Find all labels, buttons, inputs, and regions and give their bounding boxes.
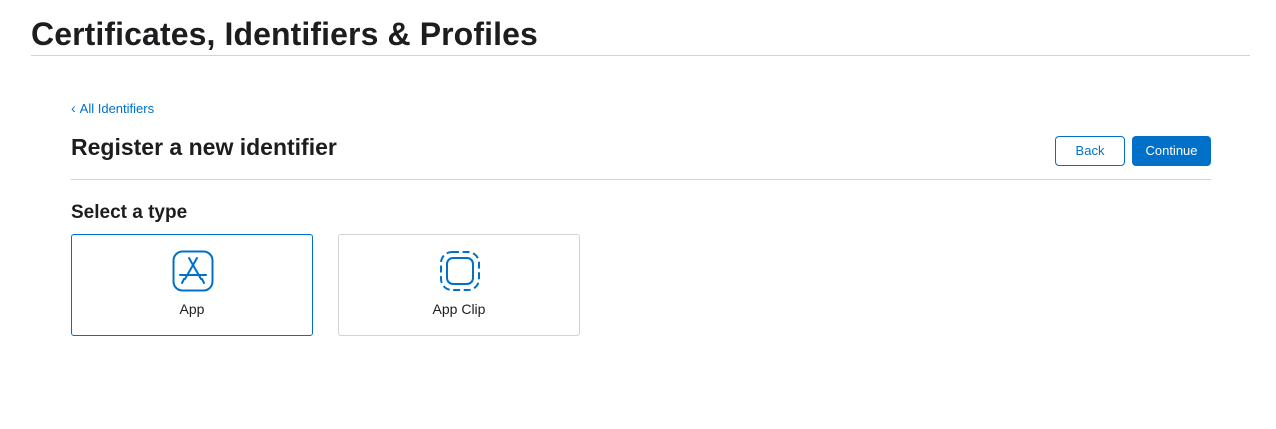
chevron-left-icon: ‹: [71, 100, 76, 116]
back-button[interactable]: Back: [1055, 136, 1125, 166]
type-option-app[interactable]: App: [71, 234, 313, 336]
app-store-icon: [172, 250, 214, 292]
page-title: Certificates, Identifiers & Profiles: [31, 16, 538, 52]
all-identifiers-link[interactable]: ‹ All Identifiers: [71, 100, 154, 117]
app-clip-icon: [440, 251, 480, 291]
page-header: Certificates, Identifiers & Profiles: [31, 14, 1250, 56]
type-option-label: App: [179, 301, 205, 317]
section-divider: [71, 179, 1211, 180]
type-option-app-clip[interactable]: App Clip: [338, 234, 580, 336]
all-identifiers-link-label: All Identifiers: [79, 101, 155, 116]
type-option-label: App Clip: [432, 301, 486, 317]
select-type-heading: Select a type: [71, 202, 188, 223]
continue-button[interactable]: Continue: [1132, 136, 1211, 166]
register-identifier-title: Register a new identifier: [71, 134, 337, 160]
